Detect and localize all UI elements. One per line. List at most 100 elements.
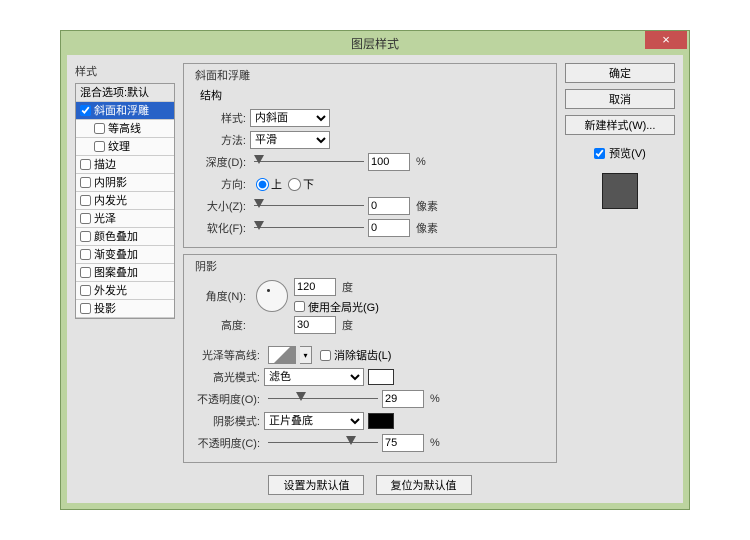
direction-label: 方向: bbox=[192, 176, 250, 192]
sidebar-item-label: 投影 bbox=[94, 300, 116, 318]
ok-button[interactable]: 确定 bbox=[565, 63, 675, 83]
sidebar-item-11[interactable]: 外发光 bbox=[76, 282, 174, 300]
highlight-opacity-unit: % bbox=[430, 393, 440, 405]
soften-label: 软化(F): bbox=[192, 220, 250, 236]
right-buttons: 确定 取消 新建样式(W)... 预览(V) bbox=[565, 63, 675, 495]
shadow-opacity-input[interactable] bbox=[382, 434, 424, 452]
sidebar-item-8[interactable]: 颜色叠加 bbox=[76, 228, 174, 246]
angle-input[interactable] bbox=[294, 278, 336, 296]
sidebar-item-2[interactable]: 等高线 bbox=[76, 120, 174, 138]
soften-input[interactable] bbox=[368, 219, 410, 237]
direction-down-radio[interactable] bbox=[288, 178, 301, 191]
sidebar-item-checkbox[interactable] bbox=[80, 249, 91, 260]
gloss-contour-picker[interactable] bbox=[268, 346, 296, 364]
sidebar-item-label: 描边 bbox=[94, 156, 116, 174]
sidebar-item-5[interactable]: 内阴影 bbox=[76, 174, 174, 192]
sidebar-item-label: 外发光 bbox=[94, 282, 127, 300]
altitude-label: 高度: bbox=[192, 317, 250, 333]
sidebar-item-0[interactable]: 混合选项:默认 bbox=[76, 84, 174, 102]
sidebar-item-checkbox[interactable] bbox=[80, 231, 91, 242]
angle-dial[interactable] bbox=[256, 280, 288, 312]
sidebar-item-label: 渐变叠加 bbox=[94, 246, 138, 264]
depth-slider[interactable] bbox=[254, 155, 364, 169]
window-title: 图层样式 bbox=[61, 35, 689, 52]
highlight-opacity-label: 不透明度(O): bbox=[192, 391, 264, 407]
reset-default-button[interactable]: 复位为默认值 bbox=[376, 475, 472, 495]
sidebar-item-4[interactable]: 描边 bbox=[76, 156, 174, 174]
sidebar-item-12[interactable]: 投影 bbox=[76, 300, 174, 318]
global-light-label: 使用全局光(G) bbox=[308, 299, 379, 315]
sidebar-item-checkbox[interactable] bbox=[80, 267, 91, 278]
shadow-mode-label: 阴影模式: bbox=[192, 413, 264, 429]
sidebar-item-label: 纹理 bbox=[108, 138, 130, 156]
set-default-button[interactable]: 设置为默认值 bbox=[268, 475, 364, 495]
shadow-opacity-label: 不透明度(C): bbox=[192, 435, 264, 451]
soften-unit: 像素 bbox=[416, 220, 438, 236]
angle-label: 角度(N): bbox=[192, 288, 250, 304]
direction-up-label: 上 bbox=[271, 176, 282, 192]
shadow-color-swatch[interactable] bbox=[368, 413, 394, 429]
highlight-color-swatch[interactable] bbox=[368, 369, 394, 385]
sidebar-item-10[interactable]: 图案叠加 bbox=[76, 264, 174, 282]
global-light-checkbox[interactable] bbox=[294, 301, 305, 312]
depth-unit: % bbox=[416, 156, 426, 168]
bevel-fieldset: 斜面和浮雕 结构 样式: 内斜面 方法: 平滑 深度(D): % 方向: bbox=[183, 63, 557, 248]
style-select[interactable]: 内斜面 bbox=[250, 109, 330, 127]
sidebar-item-label: 图案叠加 bbox=[94, 264, 138, 282]
titlebar[interactable]: 图层样式 × bbox=[61, 31, 689, 55]
sidebar-item-checkbox[interactable] bbox=[80, 195, 91, 206]
sidebar-item-checkbox[interactable] bbox=[80, 285, 91, 296]
depth-input[interactable] bbox=[368, 153, 410, 171]
bevel-title: 斜面和浮雕 bbox=[192, 67, 253, 83]
gloss-contour-dropdown[interactable]: ▾ bbox=[300, 346, 312, 364]
new-style-button[interactable]: 新建样式(W)... bbox=[565, 115, 675, 135]
sidebar-item-checkbox[interactable] bbox=[80, 177, 91, 188]
shading-title: 阴影 bbox=[192, 258, 220, 274]
layer-style-dialog: 图层样式 × 样式 混合选项:默认斜面和浮雕等高线纹理描边内阴影内发光光泽颜色叠… bbox=[60, 30, 690, 510]
sidebar-item-checkbox[interactable] bbox=[80, 303, 91, 314]
preview-swatch bbox=[602, 173, 638, 209]
shading-fieldset: 阴影 角度(N): 度 使用全局光(G) bbox=[183, 254, 557, 463]
altitude-unit: 度 bbox=[342, 317, 353, 333]
size-label: 大小(Z): bbox=[192, 198, 250, 214]
sidebar-item-checkbox[interactable] bbox=[94, 123, 105, 134]
altitude-input[interactable] bbox=[294, 316, 336, 334]
sidebar-item-1[interactable]: 斜面和浮雕 bbox=[76, 102, 174, 120]
sidebar-item-9[interactable]: 渐变叠加 bbox=[76, 246, 174, 264]
method-select[interactable]: 平滑 bbox=[250, 131, 330, 149]
size-unit: 像素 bbox=[416, 198, 438, 214]
highlight-opacity-input[interactable] bbox=[382, 390, 424, 408]
sidebar-item-checkbox[interactable] bbox=[80, 105, 91, 116]
highlight-mode-select[interactable]: 滤色 bbox=[264, 368, 364, 386]
antialias-checkbox[interactable] bbox=[320, 350, 331, 361]
default-buttons: 设置为默认值 复位为默认值 bbox=[183, 475, 557, 495]
preview-checkbox[interactable] bbox=[594, 148, 605, 159]
sidebar-item-label: 混合选项:默认 bbox=[80, 84, 149, 102]
antialias-label: 消除锯齿(L) bbox=[334, 347, 391, 363]
cancel-button[interactable]: 取消 bbox=[565, 89, 675, 109]
sidebar-item-label: 内阴影 bbox=[94, 174, 127, 192]
angle-unit: 度 bbox=[342, 279, 353, 295]
content: 样式 混合选项:默认斜面和浮雕等高线纹理描边内阴影内发光光泽颜色叠加渐变叠加图案… bbox=[67, 55, 683, 503]
main-panel: 斜面和浮雕 结构 样式: 内斜面 方法: 平滑 深度(D): % 方向: bbox=[183, 63, 557, 495]
sidebar-item-3[interactable]: 纹理 bbox=[76, 138, 174, 156]
direction-up-radio[interactable] bbox=[256, 178, 269, 191]
highlight-opacity-slider[interactable] bbox=[268, 392, 378, 406]
sidebar-item-label: 斜面和浮雕 bbox=[94, 102, 149, 120]
soften-slider[interactable] bbox=[254, 221, 364, 235]
depth-label: 深度(D): bbox=[192, 154, 250, 170]
shadow-opacity-slider[interactable] bbox=[268, 436, 378, 450]
size-slider[interactable] bbox=[254, 199, 364, 213]
sidebar-item-label: 光泽 bbox=[94, 210, 116, 228]
sidebar-item-checkbox[interactable] bbox=[80, 213, 91, 224]
shadow-mode-select[interactable]: 正片叠底 bbox=[264, 412, 364, 430]
size-input[interactable] bbox=[368, 197, 410, 215]
sidebar-item-checkbox[interactable] bbox=[80, 159, 91, 170]
style-label: 样式: bbox=[192, 110, 250, 126]
sidebar-item-6[interactable]: 内发光 bbox=[76, 192, 174, 210]
sidebar-item-7[interactable]: 光泽 bbox=[76, 210, 174, 228]
sidebar-heading: 样式 bbox=[75, 63, 175, 79]
close-icon[interactable]: × bbox=[645, 31, 687, 49]
styles-sidebar: 样式 混合选项:默认斜面和浮雕等高线纹理描边内阴影内发光光泽颜色叠加渐变叠加图案… bbox=[75, 63, 175, 495]
sidebar-item-checkbox[interactable] bbox=[94, 141, 105, 152]
